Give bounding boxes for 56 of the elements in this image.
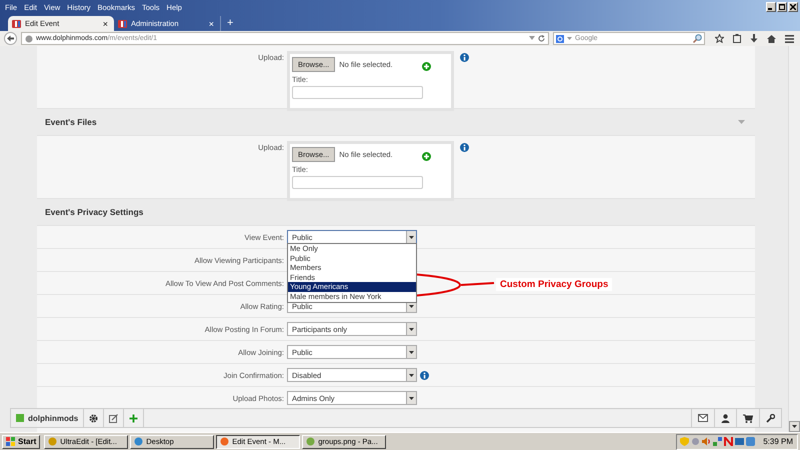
speaker-icon[interactable] xyxy=(702,437,712,446)
person-icon[interactable] xyxy=(721,414,730,422)
windows-logo-icon xyxy=(6,437,15,446)
clipboard-icon[interactable] xyxy=(733,34,741,43)
globe-icon xyxy=(25,34,33,42)
site-logo-icon xyxy=(16,414,24,422)
dropdown-caret-icon[interactable] xyxy=(567,36,572,40)
download-icon[interactable] xyxy=(750,34,758,43)
app-icon xyxy=(306,437,316,446)
caret-icon xyxy=(409,328,414,330)
tab-close-button[interactable]: × xyxy=(206,18,216,28)
reload-icon[interactable] xyxy=(538,35,545,42)
info-icon[interactable] xyxy=(460,143,469,152)
section-title: Event's Files xyxy=(45,117,97,127)
wrench-icon[interactable] xyxy=(766,414,775,422)
info-icon[interactable] xyxy=(460,53,469,62)
dropdown-caret-icon xyxy=(529,36,535,41)
back-button-icon[interactable] xyxy=(4,32,17,45)
app-icon xyxy=(134,437,144,446)
start-button[interactable]: Start xyxy=(2,434,40,448)
app-icon xyxy=(220,437,230,446)
minimize-button[interactable] xyxy=(766,2,776,12)
close-icon xyxy=(790,4,796,10)
monitor-icon[interactable] xyxy=(735,437,744,446)
search-engine-icon[interactable] xyxy=(556,34,564,42)
favicon-icon xyxy=(12,20,21,28)
menu-icon[interactable] xyxy=(785,34,794,42)
cart-icon[interactable] xyxy=(743,414,753,422)
info-icon[interactable] xyxy=(420,370,429,380)
scroll-down-icon xyxy=(789,421,800,432)
leader-line xyxy=(460,282,494,286)
close-button[interactable] xyxy=(788,2,798,12)
callout-label: Custom Privacy Groups xyxy=(496,278,612,291)
app-icon xyxy=(48,437,58,446)
tab-close-button[interactable]: × xyxy=(100,18,110,28)
section-title: Event's Privacy Settings xyxy=(45,207,144,217)
caret-icon xyxy=(409,236,414,238)
title-input[interactable] xyxy=(292,176,423,189)
caret-icon xyxy=(409,350,414,354)
mail-icon[interactable] xyxy=(698,414,708,422)
site-name[interactable]: dolphinmods xyxy=(28,414,78,422)
favicon-icon xyxy=(118,20,127,28)
title-input[interactable] xyxy=(292,86,423,99)
network-icon[interactable] xyxy=(713,437,722,446)
caret-icon xyxy=(409,374,414,376)
home-icon[interactable] xyxy=(767,34,776,42)
add-icon[interactable] xyxy=(129,414,138,422)
maximize-button[interactable] xyxy=(777,2,787,12)
scrollbar[interactable] xyxy=(788,46,800,432)
clock: 5:39 PM xyxy=(763,437,793,446)
maximize-icon xyxy=(779,4,785,10)
star-icon[interactable] xyxy=(715,34,724,43)
edit-icon[interactable] xyxy=(109,414,118,422)
antivirus-icon[interactable] xyxy=(724,437,734,446)
search-icon[interactable] xyxy=(693,34,702,43)
caret-icon xyxy=(409,396,414,400)
